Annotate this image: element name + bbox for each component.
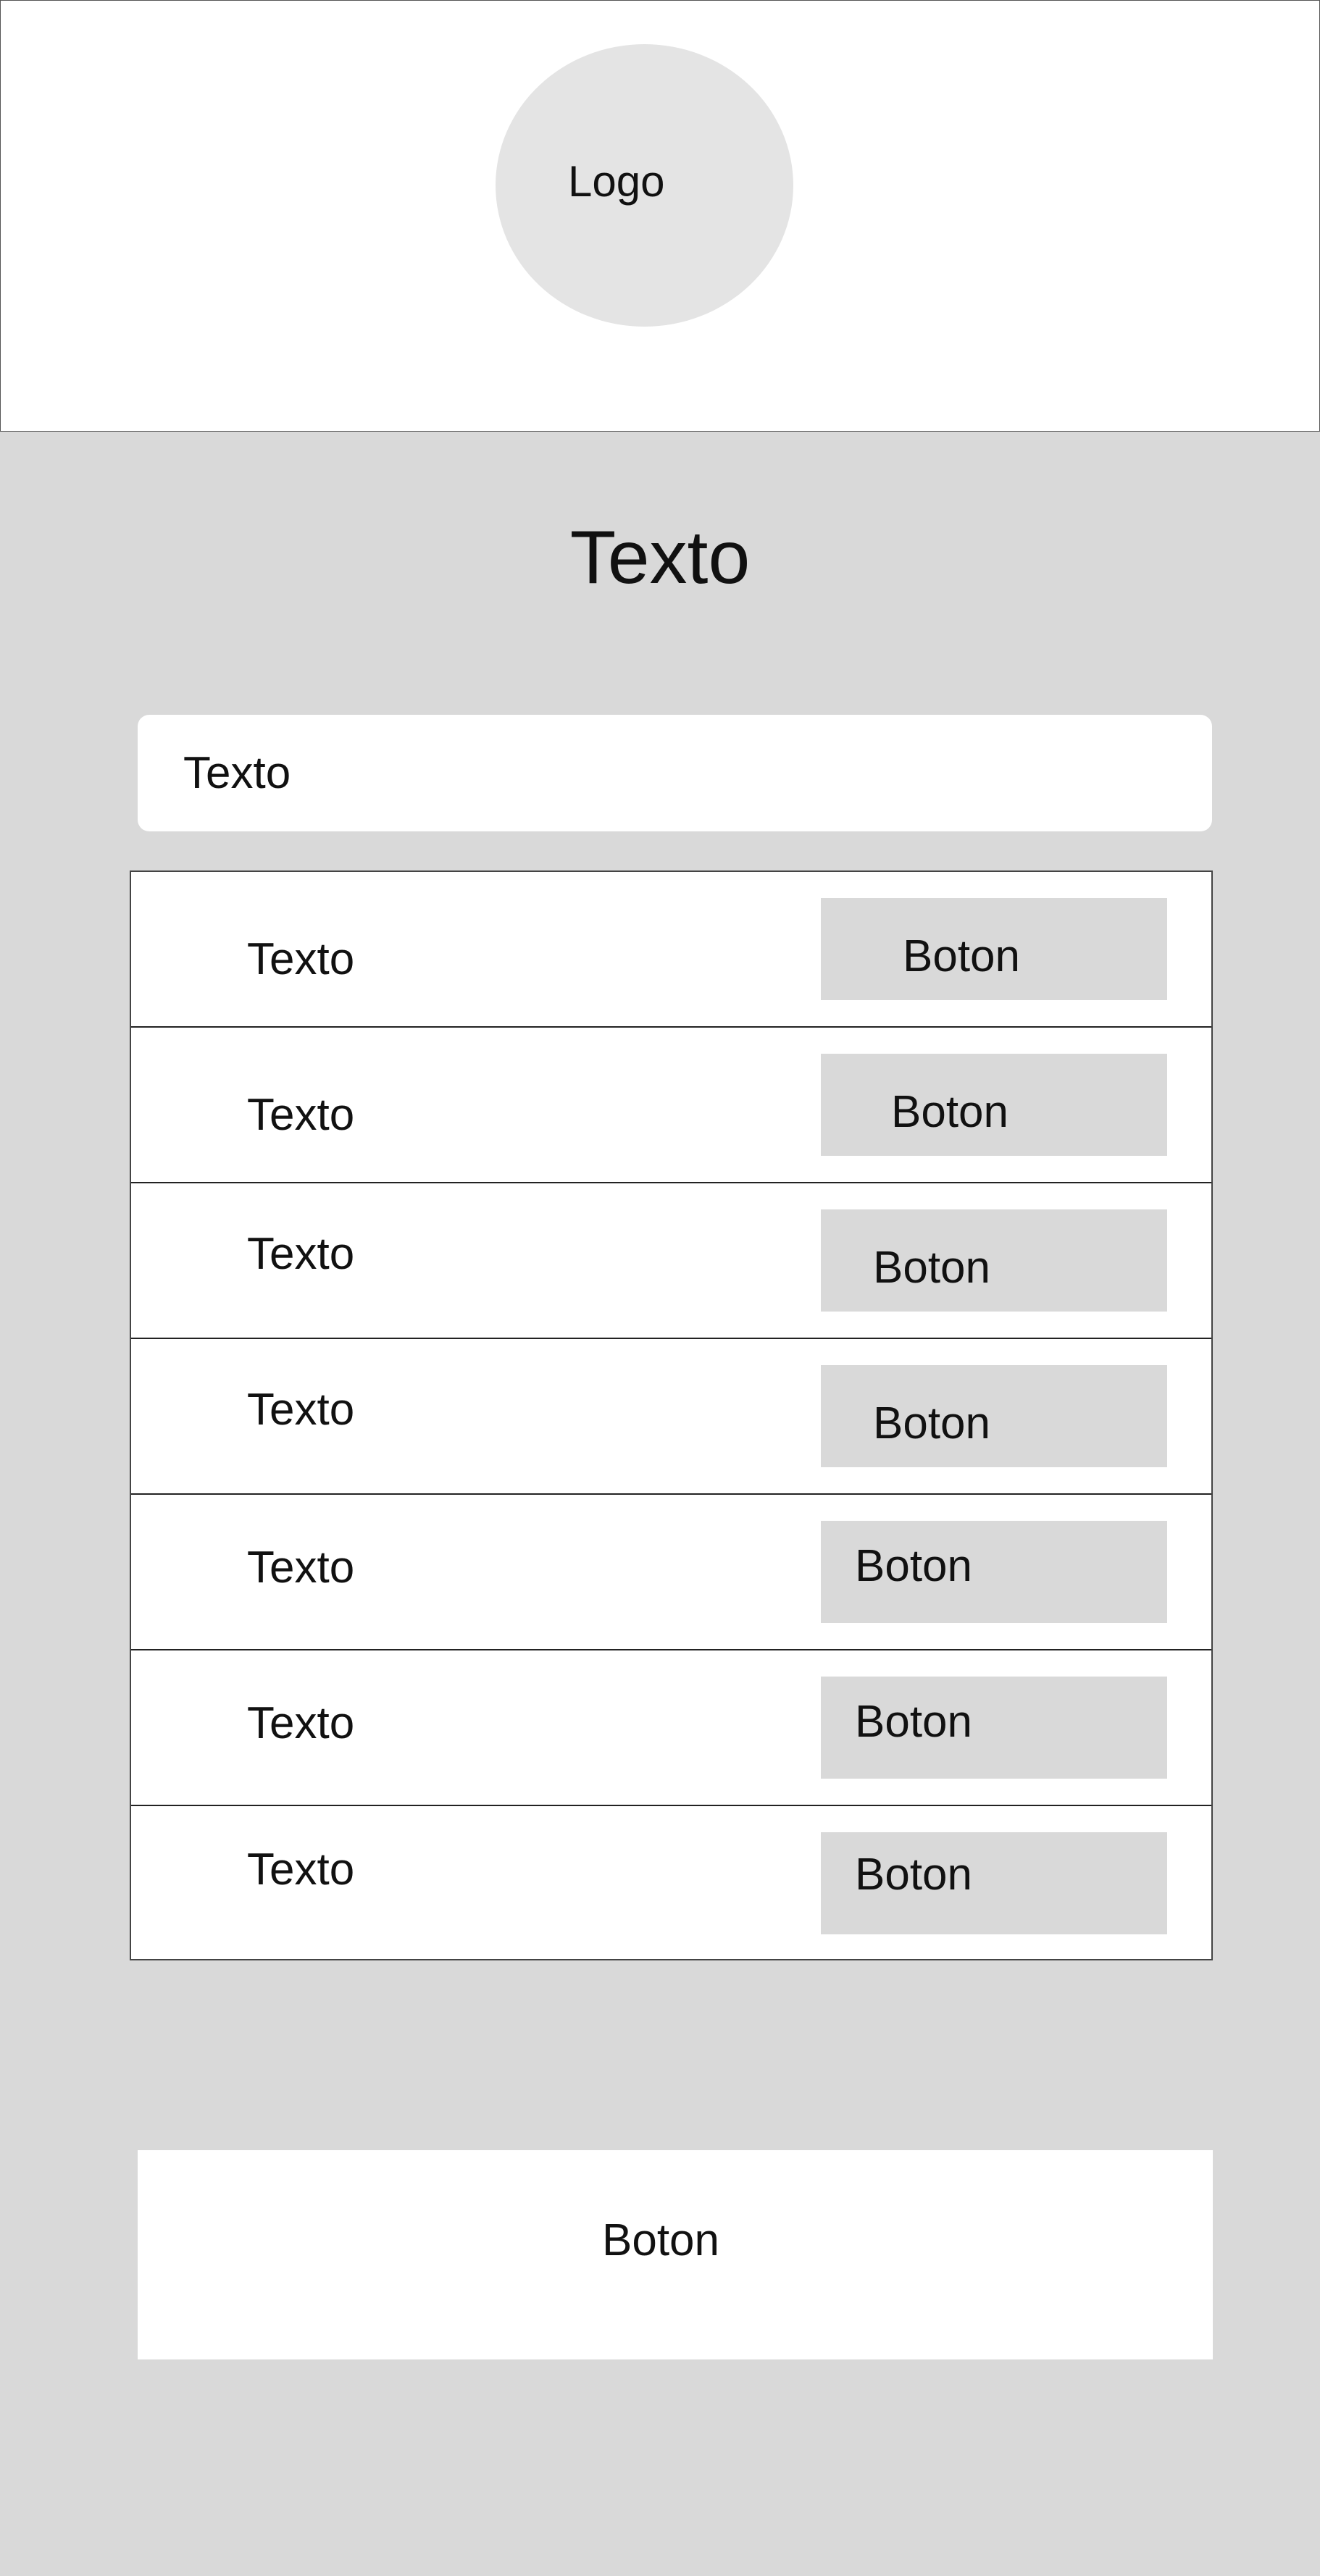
list-item-button[interactable]: Boton [821,1677,1167,1779]
list-item-button-label: Boton [855,1850,973,1900]
list-item-button-label: Boton [873,1243,991,1293]
list-item-button[interactable]: Boton [821,1832,1167,1934]
list-item-button-label: Boton [903,931,1021,981]
list-item: Texto Boton [131,1183,1211,1339]
logo-label: Logo [568,157,665,206]
list-item-button-label: Boton [891,1087,1009,1137]
list-item-text: Texto [247,1385,355,1435]
page-title: Texto [569,516,751,600]
item-list: Texto Boton Texto Boton Texto Boton Text… [130,870,1213,1960]
text-field[interactable]: Texto [138,715,1212,831]
list-item-text: Texto [247,1229,355,1279]
list-item-button[interactable]: Boton [821,1521,1167,1623]
list-item: Texto Boton [131,1495,1211,1650]
list-item-text: Texto [247,1543,355,1593]
list-item-button[interactable]: Boton [821,1054,1167,1156]
list-item-button-label: Boton [873,1398,991,1448]
list-item-button-label: Boton [855,1697,973,1747]
list-item: Texto Boton [131,872,1211,1028]
list-item-button[interactable]: Boton [821,1365,1167,1467]
list-item: Texto Boton [131,1806,1211,1962]
header: Logo [0,0,1320,432]
list-item-text: Texto [247,1698,355,1748]
list-item: Texto Boton [131,1650,1211,1806]
logo[interactable]: Logo [496,44,793,327]
text-field-value: Texto [183,748,291,798]
list-item-text: Texto [247,1090,355,1140]
bottom-button-label: Boton [601,2215,720,2265]
list-item: Texto Boton [131,1339,1211,1495]
list-item-button[interactable]: Boton [821,898,1167,1000]
list-item-button-label: Boton [855,1541,973,1591]
list-item: Texto Boton [131,1028,1211,1183]
list-item-text: Texto [247,934,355,984]
bottom-button[interactable]: Boton [138,2150,1213,2359]
list-item-text: Texto [247,1845,355,1895]
list-item-button[interactable]: Boton [821,1209,1167,1312]
